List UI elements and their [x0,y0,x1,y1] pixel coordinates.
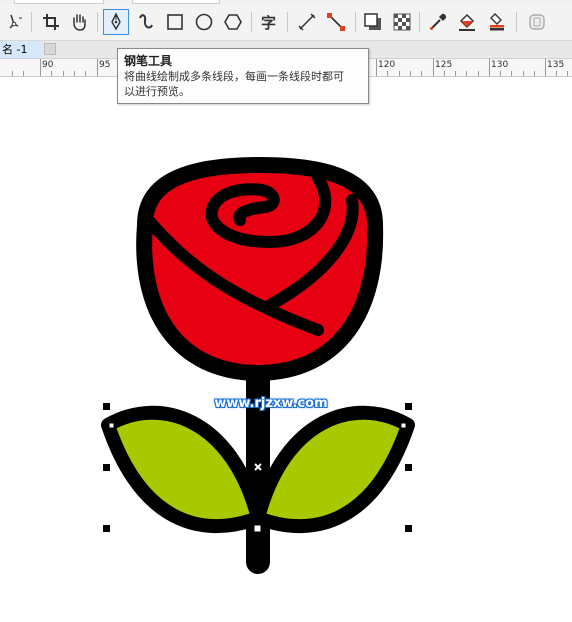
toolbar-options-button[interactable] [524,9,550,35]
fill-bucket-icon [459,13,475,31]
tab-close-icon[interactable] [44,43,56,55]
interactive-fill-tool-button[interactable] [454,9,480,35]
pan-tool-button[interactable] [66,9,92,35]
node-handle[interactable] [108,422,115,429]
ellipse-icon [195,13,213,31]
smart-fill-icon [490,13,504,31]
hexagon-icon [224,14,242,30]
left-leaf[interactable] [101,405,265,534]
drop-shadow-tool-button[interactable] [360,9,386,35]
drawing-canvas[interactable] [0,77,572,622]
ruler-minor-tick [478,71,479,76]
shape-tool-button[interactable] [2,9,28,35]
ellipse-tool-button[interactable] [191,9,217,35]
tooltip-title: 钢笔工具 [124,54,173,68]
toolbar-separator [355,12,356,32]
ruler-minor-tick [534,71,535,76]
toolbar-separator [287,12,288,32]
ruler-minor-tick [12,71,13,76]
ruler-minor-tick [511,71,512,76]
crop-icon [43,14,59,30]
text-icon: 字 [261,14,276,32]
document-tab[interactable]: 名 -1 [0,41,42,58]
ruler-minor-tick [51,71,52,76]
ruler-minor-tick [85,71,86,76]
node-handle[interactable] [400,422,407,429]
toolbar-separator [97,12,98,32]
hand-icon [73,14,86,31]
ruler-minor-tick [523,71,524,76]
pen-nib-icon [111,12,121,31]
transparency-icon [393,13,411,31]
smart-fill-tool-button[interactable] [484,9,510,35]
ruler-minor-tick [567,71,568,76]
connector-icon [327,13,345,31]
selection-handle[interactable] [405,403,412,410]
toolbox: 字 [0,4,572,41]
selection-handle[interactable] [253,524,262,533]
eyedropper-icon [430,13,447,30]
toolbar-separator [251,12,252,32]
toolbar-options-icon [529,14,545,30]
selection-handle[interactable] [405,525,412,532]
ruler-tick [376,59,377,76]
pen-tool-tooltip: 钢笔工具 将曲线绘制成多条线段，每画一条线段时都可 以进行预览。 [117,48,369,104]
ruler-minor-tick [556,71,557,76]
svg-text:字: 字 [261,14,276,32]
eyedropper-tool-button[interactable] [425,9,451,35]
ruler-minor-tick [410,71,411,76]
rectangle-icon [167,14,183,30]
ruler-tick [97,59,98,76]
right-leaf[interactable] [251,405,415,534]
ruler-minor-tick [444,71,445,76]
ruler-label: 95 [99,60,111,70]
ruler-minor-tick [421,71,422,76]
shadow-icon [364,13,381,30]
dimension-tool-button[interactable] [294,9,320,35]
ruler-minor-tick [455,71,456,76]
selection-handle[interactable] [103,464,110,471]
ruler-label: 130 [491,60,509,70]
ruler-minor-tick [23,71,24,76]
polygon-tool-button[interactable] [220,9,246,35]
rose-head[interactable] [136,157,384,381]
selection-handle[interactable] [405,464,412,471]
ruler-label: 135 [547,60,565,70]
ruler-minor-tick [74,71,75,76]
ruler-tick [433,59,434,76]
text-tool-button[interactable]: 字 [256,9,282,35]
ruler-tick [545,59,546,76]
ruler-label: 125 [435,60,453,70]
ruler-label: 120 [378,60,396,70]
dimension-icon [298,13,316,31]
curve-icon [139,14,153,29]
bspline-tool-button[interactable] [133,9,159,35]
ruler-minor-tick [466,71,467,76]
connector-tool-button[interactable] [323,9,349,35]
ruler-minor-tick [387,71,388,76]
crop-tool-button[interactable] [38,9,64,35]
transparency-tool-button[interactable] [389,9,415,35]
ruler-tick [40,59,41,76]
selection-handle[interactable] [103,403,110,410]
ruler-label: 90 [42,60,54,70]
toolbar-separator [31,12,32,32]
rectangle-tool-button[interactable] [162,9,188,35]
selection-handle[interactable] [103,525,110,532]
tooltip-description-line1: 将曲线绘制成多条线段，每画一条线段时都可 [124,70,344,83]
shape-node-icon [9,14,22,29]
ruler-minor-tick [399,71,400,76]
ruler-minor-tick [63,71,64,76]
tooltip-description-line2: 以进行预览。 [124,85,190,98]
toolbar-separator [516,12,517,32]
ruler-minor-tick [500,71,501,76]
ruler-tick [489,59,490,76]
toolbar-separator [419,12,420,32]
pen-tool-button[interactable] [103,9,129,35]
